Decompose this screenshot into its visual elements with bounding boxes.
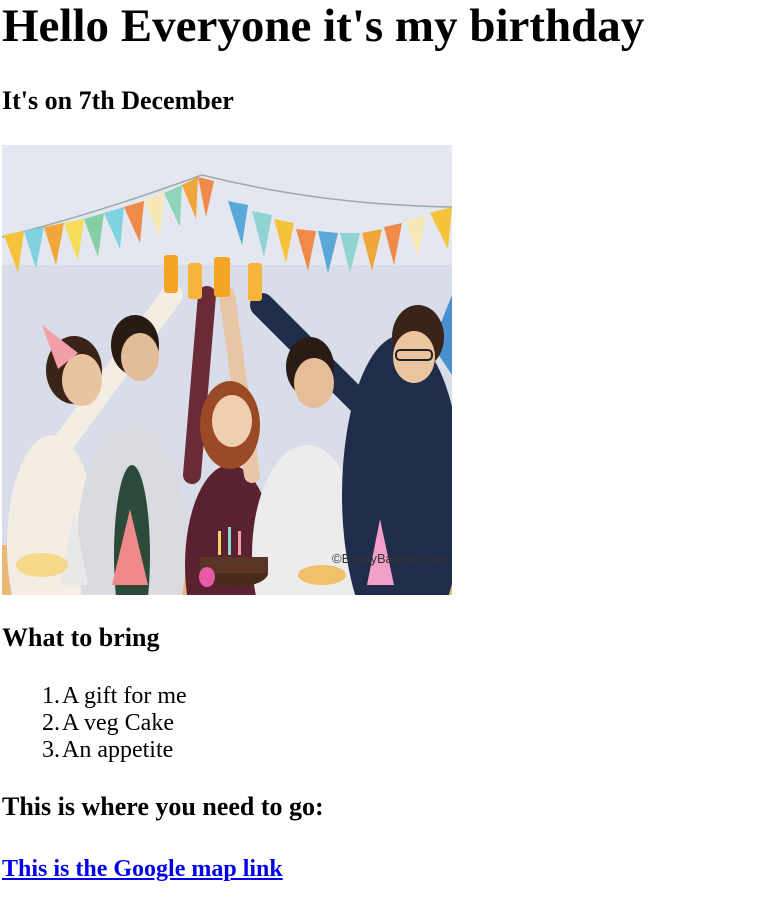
image-watermark: ©EssayBanyan.com bbox=[332, 551, 449, 566]
location-heading: This is where you need to go: bbox=[2, 792, 324, 821]
list-item-number: 1. bbox=[42, 683, 60, 709]
what-to-bring-heading: What to bring bbox=[2, 623, 160, 652]
page-title: Hello Everyone it's my birthday bbox=[2, 0, 645, 52]
list-item: 2. A veg Cake bbox=[42, 710, 187, 737]
list-item-number: 3. bbox=[42, 737, 60, 763]
date-heading: It's on 7th December bbox=[2, 86, 234, 115]
list-item-text: A gift for me bbox=[62, 683, 187, 709]
list-item-text: An appetite bbox=[62, 737, 174, 763]
bring-list: 1. A gift for me 2. A veg Cake 3. An app… bbox=[2, 683, 187, 764]
list-item-number: 2. bbox=[42, 710, 60, 736]
list-item: 1. A gift for me bbox=[42, 683, 187, 710]
list-item: 3. An appetite bbox=[42, 737, 187, 764]
birthday-party-image: ©EssayBanyan.com bbox=[2, 145, 452, 595]
google-map-link[interactable]: This is the Google map link bbox=[2, 855, 283, 883]
list-item-text: A veg Cake bbox=[62, 710, 174, 736]
